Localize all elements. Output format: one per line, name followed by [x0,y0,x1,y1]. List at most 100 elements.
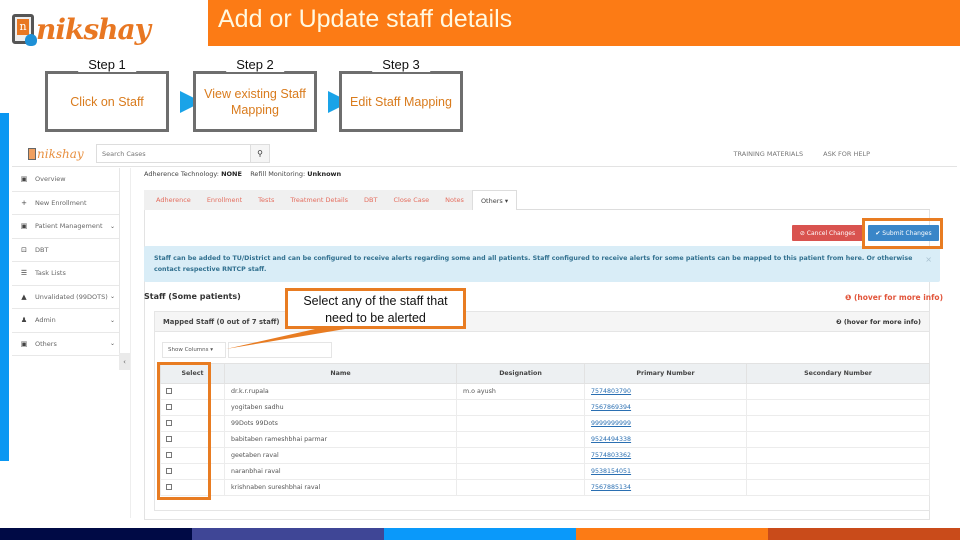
chevron-left-icon: ‹ [123,357,126,366]
adherence-info: Adherence Technology: NONE Refill Monito… [144,170,341,178]
sidebar-item-overview[interactable]: ▣ Overview [12,168,119,192]
tab-bar: Adherence Enrollment Tests Treatment Detail… [144,190,518,210]
primary-number-cell: 7574803790 [584,383,747,400]
warning-icon: ▲ [21,292,27,301]
primary-number-link[interactable]: 7574803790 [591,388,631,395]
primary-number-link[interactable]: 7574803362 [591,452,631,459]
show-columns-dropdown[interactable]: Show Columns ▾ [162,342,226,358]
footer-stripes [0,528,960,540]
sidebar-item-dbt[interactable]: ⊡ DBT [12,239,119,262]
user-icon: ♟ [20,316,28,325]
info-alert: Staff can be added to TU/District and ca… [144,246,940,282]
list-icon: ☰ [20,269,28,278]
primary-number-link[interactable]: 9524494338 [591,436,631,443]
adherence-tech-label: Adherence Technology: [144,170,219,178]
designation-cell [456,431,585,448]
folder-icon: ▣ [20,222,28,231]
table-row: geetaben raval 7574803362 [160,447,930,464]
step-1-text: Click on Staff [70,94,144,109]
chevron-down-icon: ⌄ [109,293,115,301]
mapped-staff-header: Mapped Staff (0 out of 7 staff) ❷ (hover… [155,312,929,332]
primary-number-link[interactable]: 9538154051 [591,468,631,475]
tab-tests[interactable]: Tests [250,190,282,210]
sidebar-item-admin[interactable]: ♟ Admin ⌄ [12,309,119,333]
column-header-designation[interactable]: Designation [456,363,585,384]
title-banner: Add or Update staff details [208,0,960,46]
designation-cell [456,399,585,416]
footer-stripe [0,528,192,540]
app-logo-text: nikshay [37,147,84,161]
tab-treatment-details[interactable]: Treatment Details [282,190,356,210]
tab-notes[interactable]: Notes [437,190,472,210]
top-links: TRAINING MATERIALS ASK FOR HELP [734,150,870,158]
designation-cell [456,415,585,432]
sidebar-item-patient-management[interactable]: ▣ Patient Management ⌄ [12,215,119,239]
primary-number-cell: 7567869394 [584,399,747,416]
staff-table: Select Name Designation Primary Number S… [160,363,930,496]
hand-pointer-icon [25,34,37,46]
primary-number-cell: 7574803362 [584,447,747,464]
step-3-label: Step 3 [372,57,430,72]
sidebar-item-label: Unvalidated (99DOTS) [35,292,108,301]
sidebar-item-label: Overview [35,175,66,184]
nikshay-logo: n nikshay [12,8,152,50]
primary-number-link[interactable]: 7567869394 [591,404,631,411]
designation-cell [456,479,585,496]
ask-for-help-link[interactable]: ASK FOR HELP [823,150,870,158]
callout-box: Select any of the staff that need to be … [285,288,466,329]
app-topbar: nikshay ⚲ TRAINING MATERIALS ASK FOR HEL… [12,140,957,167]
secondary-number-cell [746,431,930,448]
app-sidebar: ▣ Overview + New Enrollment ▣ Patient Managem… [12,168,120,368]
footer-stripe [576,528,768,540]
primary-number-cell: 7567885134 [584,479,747,496]
sidebar-item-others[interactable]: ▣ Others ⌄ [12,333,119,356]
secondary-number-cell [746,399,930,416]
sidebar-collapse-button[interactable]: ‹ [119,353,130,370]
tab-dbt[interactable]: DBT [356,190,385,210]
sidebar-item-label: Patient Management [35,222,103,231]
decorative-blue-bar [0,113,9,461]
sidebar-item-task-lists[interactable]: ☰ Task Lists [12,262,119,286]
sidebar-item-label: DBT [35,245,49,254]
tab-others[interactable]: Others ▾ [471,190,518,210]
divider [130,168,131,518]
close-icon[interactable]: × [925,254,932,265]
primary-number-link[interactable]: 9999999999 [591,420,631,427]
section-hover-info[interactable]: ❶ (hover for more info) [845,293,943,302]
tab-close-case[interactable]: Close Case [385,190,437,210]
sidebar-item-unvalidated-99dots[interactable]: ▲ Unvalidated (99DOTS) ⌄ [12,286,119,309]
app-logo[interactable]: nikshay [28,147,84,161]
logo-text: nikshay [36,12,151,46]
nikshay-app-screenshot: nikshay ⚲ TRAINING MATERIALS ASK FOR HEL… [12,140,957,520]
designation-cell [456,463,585,480]
footer-stripe [384,528,576,540]
sidebar-item-new-enrollment[interactable]: + New Enrollment [12,192,119,215]
case-tabs: Adherence Enrollment Tests Treatment Detail… [144,190,930,210]
tab-enrollment[interactable]: Enrollment [199,190,250,210]
tablet-icon: n [12,14,37,46]
column-header-name[interactable]: Name [224,363,457,384]
table-row: 99Dots 99Dots 9999999999 [160,415,930,432]
chevron-down-icon: ⌄ [109,222,115,230]
search-input[interactable] [97,145,250,162]
table-filter-input[interactable] [228,342,332,358]
tablet-icon [28,148,36,160]
mapped-hover-info[interactable]: ❷ (hover for more info) [836,318,921,326]
alert-text: Staff can be added to TU/District and ca… [154,255,913,273]
search-button[interactable]: ⚲ [250,145,269,162]
table-header-row: Select Name Designation Primary Number S… [160,363,930,384]
secondary-number-cell [746,479,930,496]
slide-title: Add or Update staff details [218,5,513,33]
primary-number-cell: 9538154051 [584,463,747,480]
name-cell: dr.k.r.rupala [224,383,457,400]
tab-adherence[interactable]: Adherence [148,190,199,210]
cancel-changes-button[interactable]: ⊘ Cancel Changes [792,225,863,241]
table-row: naranbhai raval 9538154051 [160,463,930,480]
others-icon: ▣ [20,339,28,348]
table-row: babitaben rameshbhai parmar 9524494338 [160,431,930,448]
column-header-primary-number[interactable]: Primary Number [584,363,747,384]
money-icon: ⊡ [21,245,27,254]
training-materials-link[interactable]: TRAINING MATERIALS [734,150,804,158]
primary-number-link[interactable]: 7567885134 [591,484,631,491]
column-header-secondary-number[interactable]: Secondary Number [746,363,930,384]
